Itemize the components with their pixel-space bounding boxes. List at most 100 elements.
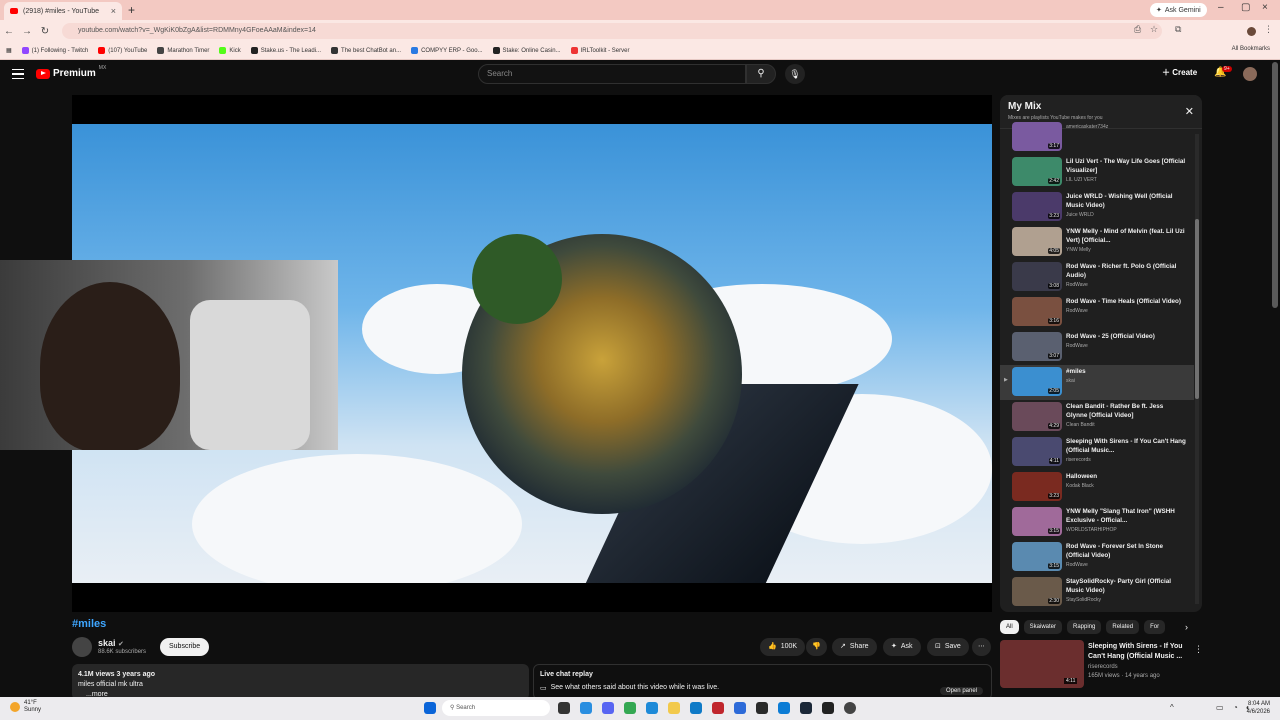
browser-menu-icon[interactable]: ⋮ [1264, 24, 1273, 35]
wifi-icon[interactable]: ◔ [1233, 703, 1238, 712]
playlist-item[interactable]: 3:17 americaskater734z [1000, 120, 1194, 155]
app-icon[interactable] [734, 702, 746, 714]
taskbar-search[interactable]: ⚲ Search [442, 700, 550, 716]
playlist-thumbnail[interactable]: 4:05 [1012, 227, 1062, 256]
playlist-item[interactable]: 3:23 Halloween Kodak Black [1000, 470, 1194, 505]
description-box[interactable]: 4.1M views 3 years ago miles official mk… [72, 664, 529, 700]
chip-skaiwater[interactable]: Skaiwater [1023, 620, 1063, 634]
channel-name[interactable]: skai ✔ [98, 638, 124, 648]
minimize-icon[interactable]: – [1218, 2, 1224, 13]
account-avatar[interactable] [1243, 67, 1257, 81]
create-button[interactable]: ＋ Create [1162, 67, 1197, 78]
playlist-thumbnail[interactable]: 4:11 [1012, 437, 1062, 466]
discord-icon[interactable] [602, 702, 614, 714]
playlist-thumbnail[interactable]: 4:29 [1012, 402, 1062, 431]
bookmark-kick[interactable]: Kick [219, 47, 241, 54]
playlist-thumbnail[interactable]: 3:17 [1012, 122, 1062, 151]
chip-related[interactable]: Related [1106, 620, 1140, 634]
video-title[interactable]: #miles [72, 618, 106, 630]
search-input[interactable]: Search [478, 64, 746, 84]
open-panel-button[interactable]: Open panel [939, 687, 983, 695]
tray-app-icon[interactable]: ▭ [1216, 703, 1224, 712]
playlist-item[interactable]: 3:16 Rod Wave - Time Heals (Official Vide… [1000, 295, 1194, 330]
ask-button[interactable]: ✦ Ask [883, 638, 921, 656]
back-icon[interactable]: ← [0, 26, 18, 37]
start-icon[interactable] [424, 702, 436, 714]
url-bar[interactable]: youtube.com/watch?v=_WgKiK0bZgA&list=RDM… [62, 23, 1162, 39]
playlist-thumbnail[interactable]: 2:05 [1012, 367, 1062, 396]
channel-avatar[interactable] [72, 637, 92, 657]
edge-icon[interactable] [778, 702, 790, 714]
bookmark-youtube[interactable]: (107) YouTube [98, 47, 147, 54]
dislike-button[interactable]: 👎 [806, 638, 827, 656]
chrome-icon[interactable] [624, 702, 636, 714]
forward-icon[interactable]: → [18, 26, 36, 37]
bookmark-stake[interactable]: Stake: Online Casin... [492, 47, 561, 54]
playlist-item[interactable]: 3:23 Juice WRLD - Wishing Well (Official … [1000, 190, 1194, 225]
recommended-title[interactable]: Sleeping With Sirens - If You Can't Hang… [1088, 642, 1188, 662]
weather-widget[interactable]: 41°F Sunny [10, 700, 41, 714]
bookmark-chatbot[interactable]: The best ChatBot an... [331, 47, 401, 54]
playlist-item[interactable]: 3:08 Rod Wave - Richer ft. Polo G (Offici… [1000, 260, 1194, 295]
app-icon[interactable] [756, 702, 768, 714]
star-icon[interactable]: ☆ [1150, 24, 1158, 35]
search-icon[interactable]: ⚲ [746, 64, 776, 84]
close-tab-icon[interactable]: × [111, 6, 116, 16]
playlist-thumbnail[interactable]: 3:15 [1012, 507, 1062, 536]
playlist-thumbnail[interactable]: 3:15 [1012, 542, 1062, 571]
playlist-thumbnail[interactable]: 3:23 [1012, 192, 1062, 221]
chip-all[interactable]: All [1000, 620, 1019, 634]
more-actions-icon[interactable]: ⋯ [972, 638, 991, 656]
chip-rapping[interactable]: Rapping [1067, 620, 1102, 634]
playlist-item[interactable]: 4:11 Sleeping With Sirens - If You Can't … [1000, 435, 1194, 470]
bookmark-marathon-timer[interactable]: Marathon Timer [157, 47, 209, 54]
app-icon[interactable] [690, 702, 702, 714]
playlist-item[interactable]: 4:29 Clean Bandit - Rather Be ft. Jess Gl… [1000, 400, 1194, 435]
bookmark-twitch[interactable]: (1) Following - Twitch [21, 47, 88, 54]
youtube-logo[interactable]: Premium MX [36, 65, 106, 79]
bookmark-compyy[interactable]: COMPYY ERP - Goo... [411, 47, 483, 54]
terminal-icon[interactable] [822, 702, 834, 714]
playlist-item[interactable]: 3:07 Rod Wave - 25 (Official Video) RodWav… [1000, 330, 1194, 365]
page-scrollbar[interactable] [1272, 62, 1278, 308]
playlist-item[interactable]: 4:05 YNW Melly - Mind of Melvin (feat. Li… [1000, 225, 1194, 260]
save-button[interactable]: ⊡ Save [927, 638, 969, 656]
app-icon[interactable] [580, 702, 592, 714]
playlist-thumbnail[interactable]: 3:23 [1012, 472, 1062, 501]
tray-chevron-icon[interactable]: ^ [1170, 703, 1174, 712]
new-tab-button[interactable]: + [128, 3, 135, 17]
maximize-icon[interactable]: ▢ [1241, 2, 1250, 13]
playlist-item[interactable]: 2:30 StaySolidRocky- Party Girl (Official… [1000, 575, 1194, 610]
chevron-right-icon[interactable]: › [1185, 622, 1188, 632]
playlist-item[interactable]: 3:15 YNW Melly "Slang That Iron" (WSHH Ex… [1000, 505, 1194, 540]
all-bookmarks[interactable]: All Bookmarks [1232, 46, 1270, 52]
apps-icon[interactable]: ▦ [6, 47, 12, 54]
browser-tab[interactable]: (2918) #miles - YouTube × [4, 2, 122, 20]
extensions-icon[interactable]: ⧉ [1175, 24, 1181, 35]
subscribe-button[interactable]: Subscribe [160, 638, 210, 656]
recommended-video[interactable]: 4:11 Sleeping With Sirens - If You Can't… [1000, 640, 1203, 690]
playlist-thumbnail[interactable]: 3:07 [1012, 332, 1062, 361]
profile-avatar[interactable] [1247, 27, 1256, 36]
clock[interactable]: 8:04 AM 4/6/2026 [1247, 700, 1270, 716]
steam-icon[interactable] [800, 702, 812, 714]
playlist-item[interactable]: 2:42 Lil Uzi Vert - The Way Life Goes [Of… [1000, 155, 1194, 190]
install-icon[interactable]: ⎙ [1134, 24, 1141, 35]
reload-icon[interactable]: ↻ [36, 26, 54, 37]
close-icon[interactable]: ✕ [1185, 105, 1194, 118]
playlist-scrollbar[interactable] [1195, 134, 1199, 604]
bookmark-stake-us[interactable]: Stake.us - The Leadi... [250, 47, 321, 54]
microphone-icon[interactable]: 🎙 [785, 64, 805, 84]
like-button[interactable]: 👍 100K [760, 638, 806, 656]
chip-for-you[interactable]: For [1144, 620, 1166, 634]
playlist-thumbnail[interactable]: 3:16 [1012, 297, 1062, 326]
playlist-item[interactable]: 3:15 Rod Wave - Forever Set In Stone (Off… [1000, 540, 1194, 575]
playlist-thumbnail[interactable]: 3:08 [1012, 262, 1062, 291]
more-options-icon[interactable]: ⋮ [1194, 644, 1203, 655]
share-button[interactable]: ↗ Share [832, 638, 877, 656]
app-icon[interactable] [646, 702, 658, 714]
ask-gemini-button[interactable]: ✦ Ask Gemini [1150, 3, 1207, 17]
bookmark-irltoolkit[interactable]: IRLToolkit - Server [570, 47, 629, 54]
recommended-channel[interactable]: riserecords [1088, 664, 1118, 670]
obs-icon[interactable] [844, 702, 856, 714]
